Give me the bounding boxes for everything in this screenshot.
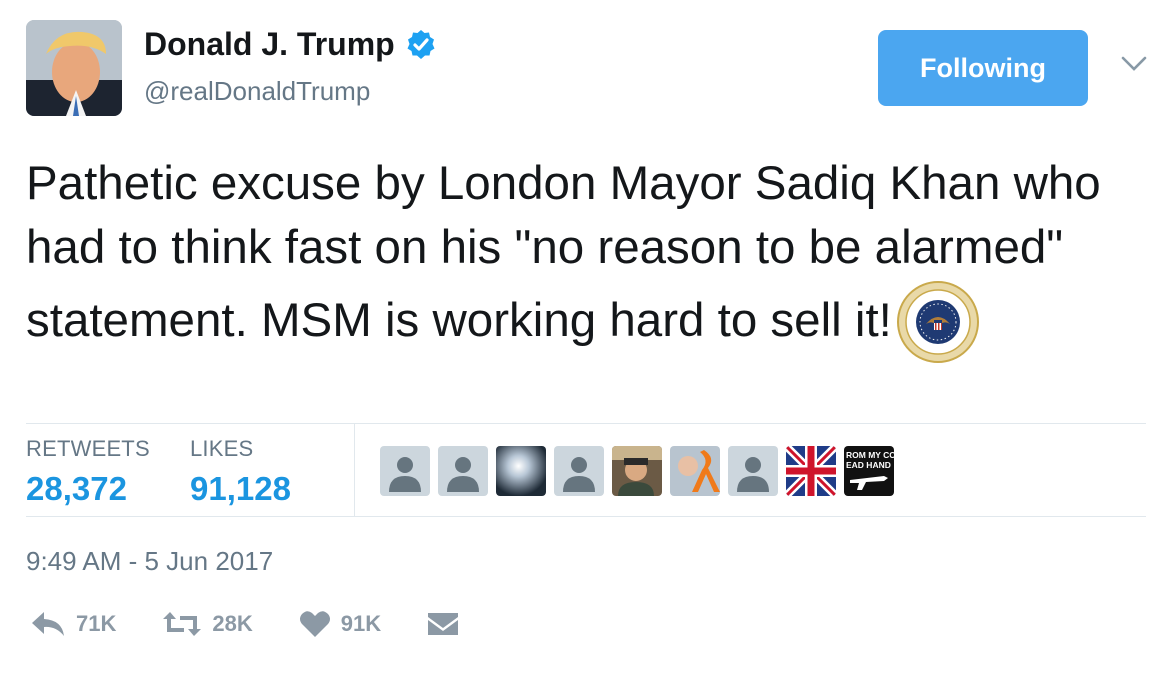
retweet-button[interactable]: 28K <box>162 610 253 638</box>
like-button[interactable]: 91K <box>299 610 381 638</box>
likers-avatars: ROM MY COL EAD HAND <box>380 446 894 496</box>
liker-avatar[interactable] <box>380 446 430 496</box>
liker-avatar[interactable] <box>554 446 604 496</box>
presidential-seal-icon <box>896 281 979 363</box>
reply-icon <box>32 612 64 636</box>
retweet-icon <box>163 612 202 636</box>
liker-banner-line2: EAD HAND <box>846 460 891 470</box>
reply-count: 71K <box>76 611 117 636</box>
envelope-icon <box>428 613 459 635</box>
direct-message-button[interactable] <box>427 610 459 638</box>
retweets-label: RETWEETS <box>26 436 150 461</box>
stats-vertical-divider <box>354 424 355 516</box>
liker-avatar[interactable] <box>786 446 836 496</box>
liker-avatar[interactable] <box>612 446 662 496</box>
liker-avatar[interactable] <box>438 446 488 496</box>
stats-top-divider <box>26 423 1146 424</box>
retweets-stat[interactable]: RETWEETS 28,372 <box>26 436 150 508</box>
likes-value: 91,128 <box>190 470 291 507</box>
verified-badge-icon <box>407 29 435 59</box>
tweet-actions: 71K 28K 91K <box>30 610 505 638</box>
tweet-text: Pathetic excuse by London Mayor Sadiq Kh… <box>26 152 1156 364</box>
user-handle[interactable]: @realDonaldTrump <box>144 76 370 107</box>
reply-button[interactable]: 71K <box>30 610 116 638</box>
likes-label: LIKES <box>190 436 254 461</box>
following-button[interactable]: Following <box>878 30 1088 106</box>
liker-avatar[interactable] <box>728 446 778 496</box>
chevron-down-icon[interactable] <box>1120 54 1148 74</box>
heart-icon <box>299 611 330 637</box>
liker-avatar[interactable] <box>670 446 720 496</box>
retweets-value: 28,372 <box>26 470 127 507</box>
liker-avatar[interactable] <box>496 446 546 496</box>
display-name[interactable]: Donald J. Trump <box>144 26 395 63</box>
stats-bottom-divider <box>26 516 1146 517</box>
tweet-timestamp[interactable]: 9:49 AM - 5 Jun 2017 <box>26 546 273 577</box>
liker-banner-line1: ROM MY COL <box>846 450 894 460</box>
liker-avatar[interactable]: ROM MY COL EAD HAND <box>844 446 894 496</box>
like-count: 91K <box>340 611 382 636</box>
profile-avatar[interactable] <box>26 20 122 116</box>
likes-stat[interactable]: LIKES 91,128 <box>190 436 291 508</box>
retweet-count: 28K <box>212 611 253 636</box>
